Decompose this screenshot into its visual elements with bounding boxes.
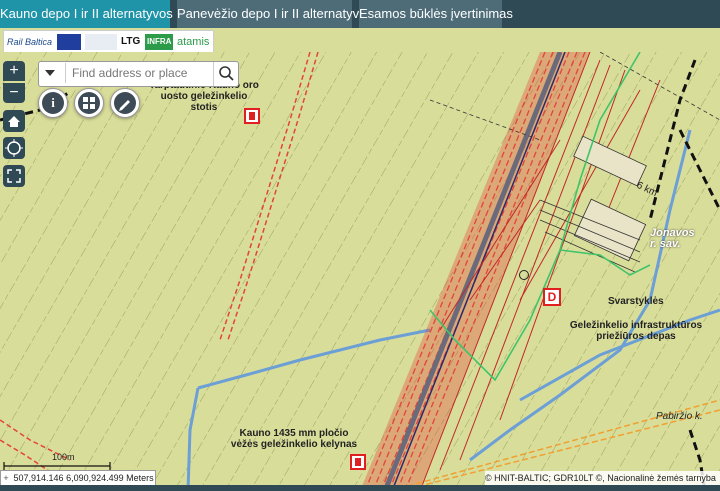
- depot-marker-icon[interactable]: D: [543, 288, 561, 306]
- zoom-out-button[interactable]: −: [3, 83, 25, 103]
- locate-icon: [5, 139, 23, 157]
- coordinate-readout: + 507,914.146 6,090,924.499 Meters: [0, 470, 156, 486]
- buoy-marker-icon: [519, 270, 529, 280]
- rail-baltica-logo: Rail Baltica: [7, 37, 53, 47]
- kelynas-label: Kauno 1435 mm pločio vėžės geležinkelio …: [230, 428, 358, 450]
- coordinate-text: 507,914.146 6,090,924.499 Meters: [13, 473, 154, 483]
- home-icon: [8, 116, 20, 127]
- atamis-logo: atamis: [177, 36, 210, 48]
- search-input[interactable]: [65, 63, 218, 83]
- coordinate-toggle-icon[interactable]: +: [1, 471, 11, 485]
- search-dropdown-button[interactable]: [45, 70, 55, 76]
- pabirzio-label: Pabiržio k.: [656, 411, 703, 422]
- info-button[interactable]: i: [38, 88, 68, 118]
- eu-flag-icon: [57, 34, 81, 50]
- locate-button[interactable]: [3, 137, 25, 159]
- scale-label: 100m: [52, 452, 75, 462]
- tab-panevezio-depo[interactable]: Panevėžio depo I ir II alternatyvos: [177, 0, 373, 28]
- eu-funds-logo: [85, 34, 117, 50]
- fullscreen-icon: [7, 169, 21, 183]
- basemap-gallery-button[interactable]: [74, 88, 104, 118]
- home-button[interactable]: [3, 110, 25, 132]
- grid-icon: [83, 97, 95, 109]
- bottom-strip: [0, 485, 720, 491]
- map-canvas[interactable]: D Tarptautinio Kauno oro uosto geležinke…: [0, 52, 720, 491]
- zoom-in-button[interactable]: +: [3, 61, 25, 81]
- partner-logos: Rail Baltica LTG INFRA atamis: [3, 30, 214, 54]
- info-icon: i: [42, 92, 64, 114]
- search-icon: [219, 66, 234, 81]
- ltg-logo: LTG: [121, 36, 141, 47]
- search-box: [38, 61, 239, 87]
- svarstykles-label: Svarstyklės: [608, 296, 664, 307]
- tab-bar: Kauno depo I ir II alternatyvos Panevėži…: [0, 0, 720, 28]
- measure-button[interactable]: [110, 88, 140, 118]
- tab-kauno-depo[interactable]: Kauno depo I ir II alternatyvos: [0, 0, 173, 28]
- fullscreen-button[interactable]: [3, 165, 25, 187]
- pencil-icon: [119, 100, 130, 111]
- infra-logo: INFRA: [145, 34, 174, 50]
- jonavos-label: Jonavos r. sav.: [650, 227, 695, 250]
- search-button[interactable]: [213, 62, 239, 86]
- depas-label: Geležinkelio infrastruktūros priežiūros …: [569, 320, 703, 342]
- map-layer: [0, 52, 720, 491]
- kelynas-marker-icon[interactable]: [350, 454, 366, 470]
- tab-esamos-bukles[interactable]: Esamos būklės įvertinimas: [359, 0, 513, 28]
- map-attribution: © HNIT-BALTIC; GDR10LT ©, Nacionalinė že…: [485, 471, 720, 485]
